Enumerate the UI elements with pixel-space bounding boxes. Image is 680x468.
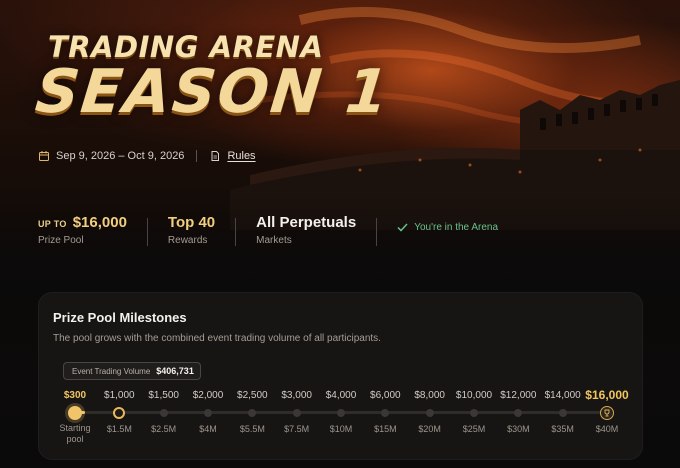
markets-value: All Perpetuals <box>256 214 357 231</box>
milestone-volume: $2.5M <box>151 424 177 434</box>
milestone-volume: $5.5M <box>239 424 265 434</box>
milestone-node <box>425 408 434 417</box>
milestone-node <box>292 408 301 417</box>
rewards-label: Rewards <box>167 235 208 246</box>
milestone-amount: $4,000 <box>325 390 357 401</box>
milestone-node <box>159 408 168 417</box>
event-meta-row: Sep 9, 2026 – Oct 9, 2026 Rules <box>38 150 256 162</box>
volume-label: Event Trading Volume <box>72 366 151 376</box>
milestones-title: Prize Pool Milestones <box>53 310 187 325</box>
milestone-amount: $16,000 <box>585 388 629 402</box>
milestone-amount: $6,000 <box>370 390 401 401</box>
trophy-icon <box>600 405 614 420</box>
milestone-amount: $2,500 <box>237 390 268 401</box>
milestone-amount: $300 <box>63 390 87 401</box>
milestone-node <box>204 408 212 417</box>
event-title-line2: SEASON 1 <box>32 57 394 127</box>
milestone-node-current <box>68 405 82 420</box>
document-icon <box>209 150 221 162</box>
rewards-value: Top 40 <box>167 214 216 231</box>
arena-status-text: You're in the Arena <box>414 222 499 233</box>
calendar-icon <box>38 150 50 162</box>
milestone-volume: $25M <box>462 424 486 434</box>
milestone-amount: $1,500 <box>148 390 179 401</box>
rules-link[interactable]: Rules <box>227 150 255 162</box>
milestone-volume: $7.5M <box>284 424 310 434</box>
event-stats: UP TO $16,000 Prize Pool Top 40 Rewards … <box>38 214 498 246</box>
milestone-amount: $12,000 <box>500 390 537 401</box>
arena-status: You're in the Arena <box>397 222 498 233</box>
markets-label: Markets <box>256 235 292 246</box>
milestone-node-reached <box>113 406 126 419</box>
milestone-volume: $30M <box>507 424 530 434</box>
stat-markets: All Perpetuals Markets <box>256 214 376 246</box>
milestone-amount: $2,000 <box>192 390 224 401</box>
volume-value: $406,731 <box>156 366 194 376</box>
milestone-node <box>470 408 478 417</box>
prize-prefix: UP TO <box>38 219 67 229</box>
milestone-volume: $1.5M <box>106 424 132 434</box>
milestone-amount: $8,000 <box>414 390 445 401</box>
milestone-amount: $1,000 <box>104 390 135 401</box>
milestone-volume: $15M <box>374 424 397 434</box>
event-dates: Sep 9, 2026 – Oct 9, 2026 <box>56 150 185 162</box>
milestone-node <box>381 408 390 417</box>
milestone-volume: $40M <box>595 424 619 434</box>
milestones-subtitle: The pool grows with the combined event t… <box>53 333 381 344</box>
milestone-amount: $14,000 <box>544 390 581 401</box>
milestone-amount: $3,000 <box>281 390 312 401</box>
stat-rewards: Top 40 Rewards <box>168 214 235 246</box>
stat-divider <box>376 218 378 246</box>
prize-pool-value: $16,000 <box>72 214 127 231</box>
stat-divider <box>146 218 148 246</box>
milestone-volume: $10M <box>329 424 353 434</box>
check-icon <box>397 223 408 232</box>
trading-volume-tooltip: Event Trading Volume $406,731 <box>63 362 201 380</box>
milestone-volume: $20M <box>418 424 441 434</box>
milestone-volume: Starting pool <box>59 423 91 444</box>
milestone-volume: $4M <box>199 424 217 434</box>
milestone-node <box>248 408 257 417</box>
stat-divider <box>235 218 237 246</box>
prize-pool-label: Prize Pool <box>38 235 84 246</box>
milestone-node <box>558 408 567 417</box>
milestone-volume: $35M <box>551 424 574 434</box>
milestone-amount: $10,000 <box>455 390 493 401</box>
prize-pool-milestones-card: Prize Pool Milestones The pool grows wit… <box>38 292 643 460</box>
prize-pool-value-row: UP TO $16,000 <box>38 214 127 231</box>
stat-prize-pool: UP TO $16,000 Prize Pool <box>38 214 147 246</box>
meta-divider <box>196 150 198 162</box>
milestone-node <box>337 408 345 417</box>
milestone-node <box>514 408 523 417</box>
